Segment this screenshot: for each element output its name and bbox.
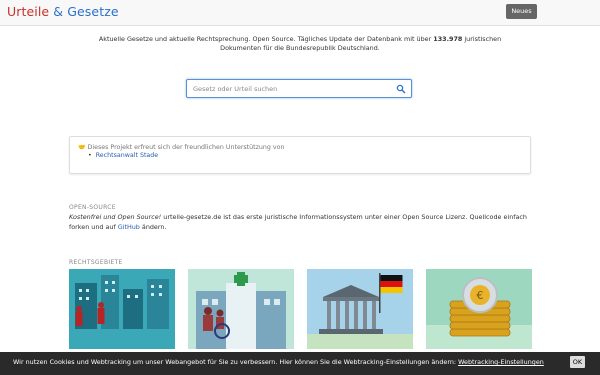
navbar: Urteile & Gesetze Neues [0, 0, 600, 26]
document-count: 133.978 [433, 35, 463, 43]
search-input[interactable]: Gesetz oder Urteil suchen [186, 79, 412, 98]
intro-text: Aktuelle Gesetze und aktuelle Rechtsprec… [80, 35, 520, 53]
sponsor-link[interactable]: Rechtsanwalt Stade [96, 152, 158, 159]
intro-text-before: Aktuelle Gesetze und aktuelle Rechtsprec… [98, 35, 434, 43]
open-source-title: OPEN-SOURCE [69, 204, 116, 211]
brand-part2: & Gesetze [53, 4, 119, 19]
sponsor-list-item: • Rechtsanwalt Stade [88, 152, 158, 159]
open-source-text: Kostenfrei und Open Source! urteile-gese… [69, 213, 531, 232]
github-link[interactable]: GitHub [118, 223, 140, 231]
open-source-emphasis: Kostenfrei und Open Source! [69, 213, 162, 221]
cookie-text: Wir nutzen Cookies und Webtracking um un… [13, 358, 459, 366]
svg-text:€: € [477, 289, 484, 302]
sponsor-panel: 🤝 Dieses Projekt erfreut sich der freundl… [69, 136, 531, 174]
rechtsgebiet-tile-3[interactable] [307, 269, 413, 349]
rechtsgebiet-tile-1[interactable] [69, 269, 175, 349]
cookie-ok-button[interactable]: OK [570, 356, 585, 368]
government-building-flag-illustration [307, 269, 413, 349]
cookie-text-line: Wir nutzen Cookies und Webtracking um un… [13, 358, 544, 366]
rechtsgebiet-tile-2[interactable] [188, 269, 294, 349]
bullet-icon: • [88, 152, 92, 159]
news-button[interactable]: Neues [506, 4, 537, 19]
cookie-banner: Wir nutzen Cookies und Webtracking um un… [0, 352, 600, 375]
open-source-end: ändern. [139, 222, 167, 231]
hospital-wheelchair-illustration [188, 269, 294, 349]
rechtsgebiete-title: RECHTSGEBIETE [69, 259, 123, 266]
search-icon[interactable] [396, 84, 406, 94]
search-placeholder: Gesetz oder Urteil suchen [193, 85, 278, 93]
rechtsgebiet-tile-4[interactable]: € [426, 269, 532, 349]
euro-coins-illustration: € [426, 269, 532, 349]
sponsor-text-line: 🤝 Dieses Projekt erfreut sich der freundl… [78, 144, 284, 151]
webtracking-settings-link[interactable]: Webtracking-Einstellungen [458, 358, 544, 366]
brand-logo[interactable]: Urteile & Gesetze [7, 4, 119, 19]
sponsor-text: Dieses Projekt erfreut sich der freundli… [87, 144, 285, 151]
brand-part1: Urteile [7, 4, 50, 19]
handshake-icon: 🤝 [78, 144, 86, 151]
city-people-illustration [69, 269, 175, 349]
